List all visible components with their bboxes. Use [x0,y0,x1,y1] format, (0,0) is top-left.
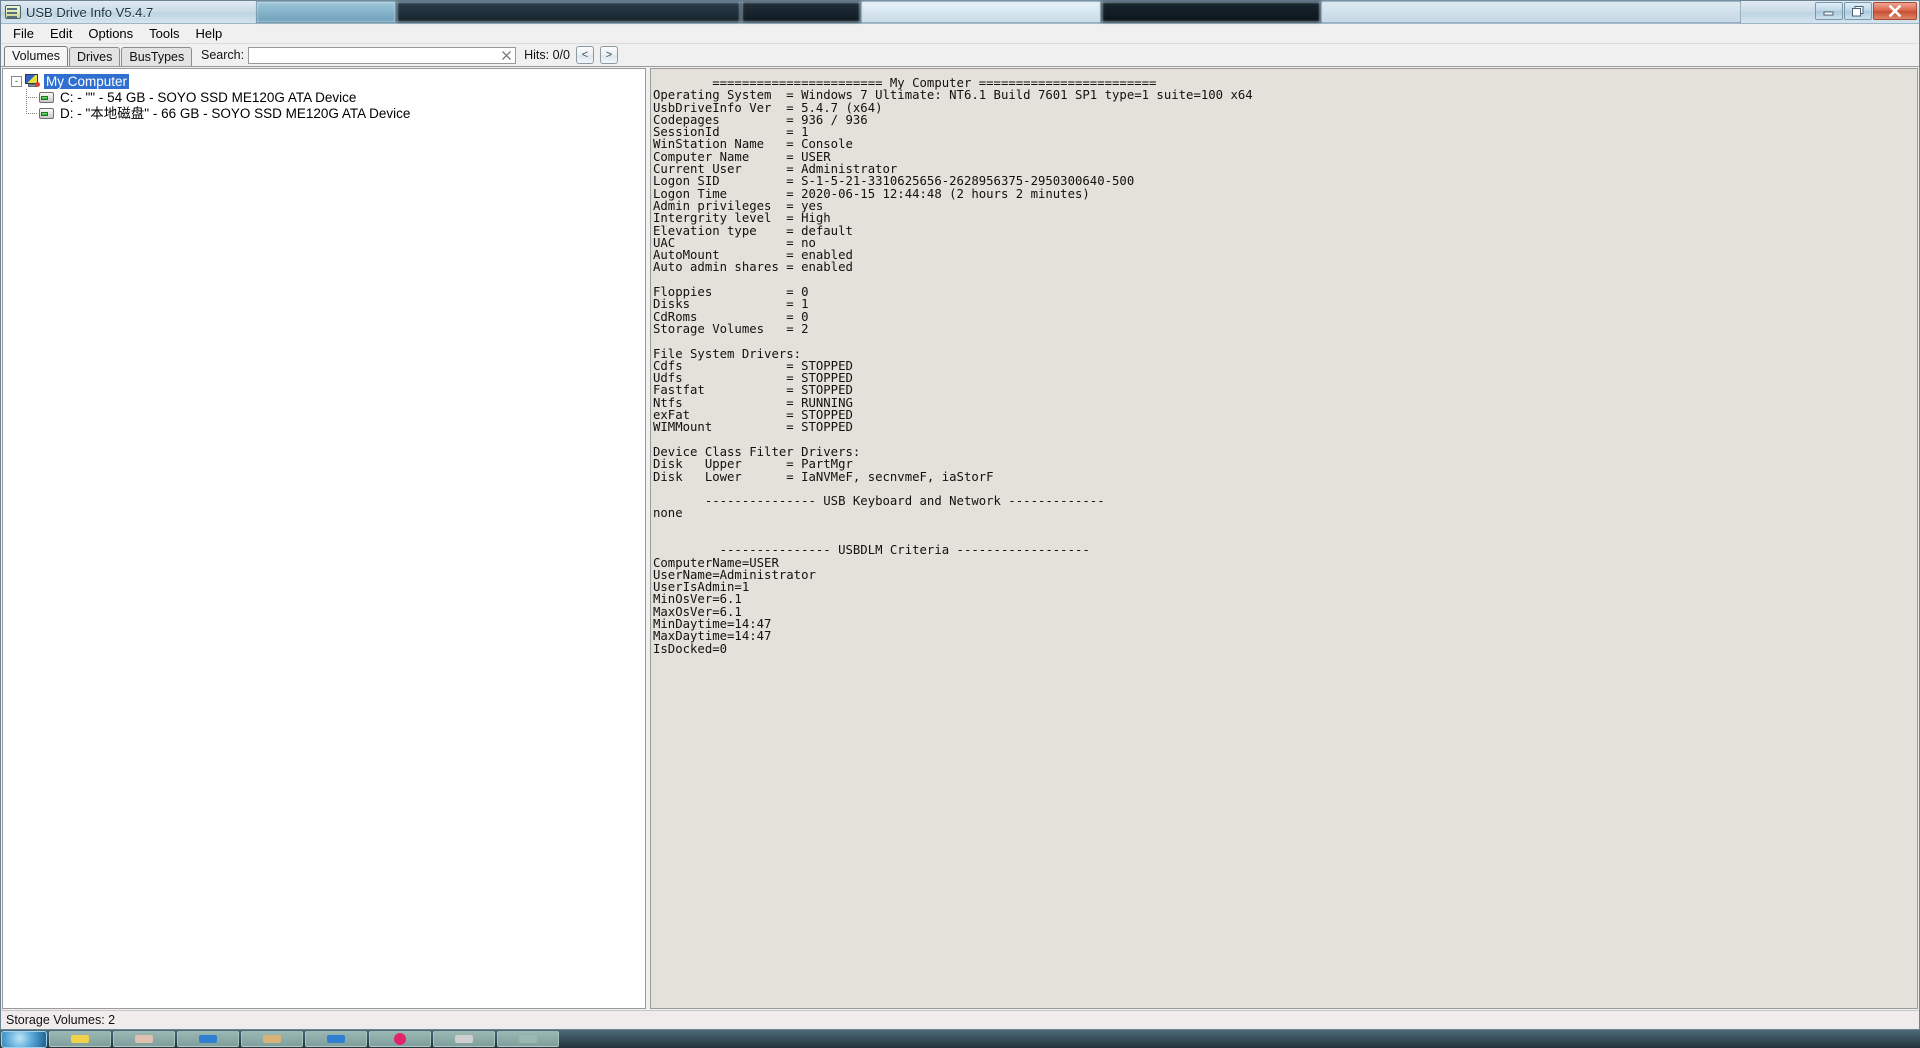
toolbar: Volumes Drives BusTypes Search: Hits: 0/… [1,44,1919,67]
tree-label-my-computer[interactable]: My Computer [44,74,129,89]
taskbar [0,1030,1920,1048]
tree-expander-icon[interactable]: - [11,76,22,87]
tree-elbow-line [26,97,38,98]
background-window-3-bar [742,2,860,22]
background-window-2[interactable] [396,1,741,23]
taskbar-item-3-icon [199,1035,217,1043]
title-bar[interactable]: USB Drive Info V5.4.7 [1,1,1919,24]
usb-drive-info-window: USB Drive Info V5.4.7 File Edit [0,0,1920,1030]
start-button[interactable] [1,1031,47,1048]
taskbar-item-6-icon [394,1033,406,1045]
search-next-button[interactable]: > [600,46,618,64]
my-computer-mouse [35,82,40,87]
search-box[interactable] [248,47,516,64]
status-bar: Storage Volumes: 2 [1,1010,1919,1029]
minimize-button[interactable] [1815,2,1843,20]
search-label: Search: [201,48,244,62]
background-window-5-bar [1102,2,1320,22]
status-text: Storage Volumes: 2 [6,1013,115,1027]
background-window-4-bar [862,2,1100,22]
background-window-6-bar [1322,2,1740,22]
usb-drive-info-app-icon [5,5,21,19]
menu-item-edit[interactable]: Edit [42,25,80,42]
background-window-2-bar [397,2,740,22]
taskbar-item-2-icon [135,1035,153,1043]
content-panes: - My Computer C: - "" - 54 GB - SOYO SSD… [1,67,1919,1010]
menu-item-file[interactable]: File [5,25,42,42]
window-title: USB Drive Info V5.4.7 [26,5,153,20]
taskbar-item-5[interactable] [305,1031,367,1047]
tree-row-drive-d[interactable]: D: - "本地磁盘" - 66 GB - SOYO SSD ME120G AT… [11,105,645,121]
device-tree-pane[interactable]: - My Computer C: - "" - 54 GB - SOYO SSD… [2,68,646,1009]
close-button[interactable] [1873,2,1917,20]
menu-bar: File Edit Options Tools Help [1,24,1919,44]
tab-bustypes[interactable]: BusTypes [121,47,192,66]
device-tree: - My Computer C: - "" - 54 GB - SOYO SSD… [3,69,645,121]
tree-label-drive-c[interactable]: C: - "" - 54 GB - SOYO SSD ME120G ATA De… [58,90,358,105]
taskbar-item-8[interactable] [497,1031,559,1047]
tab-strip: Volumes Drives BusTypes [4,46,193,66]
report-pane[interactable]: ======================= My Computer ====… [650,68,1918,1009]
menu-item-options[interactable]: Options [80,25,141,42]
search-input[interactable] [249,48,497,63]
close-icon [1888,5,1902,17]
taskbar-item-4-icon [263,1035,281,1043]
taskbar-item-5-icon [327,1035,345,1043]
minimize-icon [1823,6,1835,16]
tree-row-drive-c[interactable]: C: - "" - 54 GB - SOYO SSD ME120G ATA De… [11,89,645,105]
tab-drives[interactable]: Drives [69,47,120,66]
background-window-5[interactable] [1101,1,1321,23]
hits-label: Hits: 0/0 [524,48,570,62]
clear-x-glyph [501,50,512,61]
menu-item-tools[interactable]: Tools [141,25,187,42]
drive-icon [39,92,54,103]
drive-icon [39,108,54,119]
taskbar-item-7[interactable] [433,1031,495,1047]
clear-x-icon[interactable] [500,49,512,62]
tab-volumes[interactable]: Volumes [4,46,68,66]
my-computer-icon [25,74,40,88]
background-window-6[interactable] [1321,1,1741,23]
taskbar-item-8-icon [519,1035,537,1043]
report-text: ======================= My Computer ====… [651,69,1917,655]
maximize-icon [1852,6,1864,17]
background-window-3[interactable] [741,1,861,23]
tree-row-my-computer[interactable]: - My Computer [11,73,645,89]
taskbar-item-1[interactable] [49,1031,111,1047]
tree-elbow-line [26,113,38,114]
search-area: Search: Hits: 0/0 < > [201,46,618,64]
background-window-1[interactable] [256,1,396,23]
taskbar-item-2[interactable] [113,1031,175,1047]
background-window-1-bar [257,2,395,22]
taskbar-item-7-icon [455,1035,473,1043]
window-controls [1815,2,1917,20]
menu-item-help[interactable]: Help [188,25,231,42]
taskbar-item-4[interactable] [241,1031,303,1047]
taskbar-item-3[interactable] [177,1031,239,1047]
background-window-4[interactable] [861,1,1101,23]
maximize-button[interactable] [1844,2,1872,20]
search-prev-button[interactable]: < [576,46,594,64]
taskbar-item-6[interactable] [369,1031,431,1047]
taskbar-item-1-icon [71,1035,89,1043]
tree-label-drive-d[interactable]: D: - "本地磁盘" - 66 GB - SOYO SSD ME120G AT… [58,106,412,121]
